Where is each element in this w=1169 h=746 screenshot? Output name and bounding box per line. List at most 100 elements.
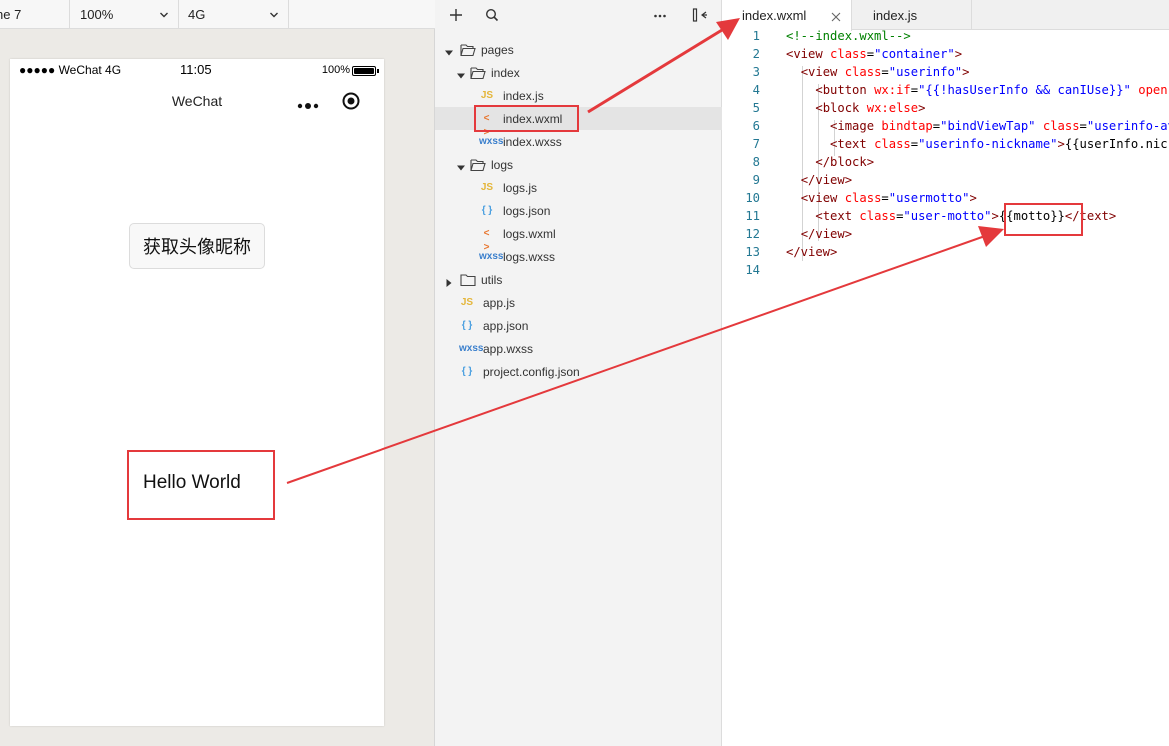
code-line: 10 <view class="usermotto"> [722,191,1169,209]
tree-folder[interactable]: logs [435,153,722,176]
file-type-icon: JS [480,182,494,193]
tree-file[interactable]: { } logs.json [435,199,722,222]
close-icon[interactable] [831,10,841,22]
network-select-value: 4G [188,7,206,22]
code-text: </view> [786,245,838,259]
code-line: 6 <image bindtap="bindViewTap" class="us… [722,119,1169,137]
line-number: 7 [752,137,760,151]
tab-label: index.wxml [742,8,807,23]
simulator-toolbar: ne 7 100% 4G [0,0,435,29]
filename-annotation-box [474,105,579,132]
status-bar: ●●●●● WeChat 4G 11:05 100% [10,59,384,81]
more-dots-icon[interactable] [297,97,321,109]
line-number: 4 [752,83,760,97]
caret-right-icon[interactable] [445,276,453,287]
tree-file[interactable]: { } app.json [435,314,722,337]
tree-item-label: app.js [483,296,516,310]
chevron-down-icon [160,11,168,19]
line-number: 9 [752,173,760,187]
code-text: </block> [815,155,875,169]
caret-down-icon[interactable] [457,161,465,171]
tree-item-label: logs.js [503,181,538,195]
file-type-icon: wxss [479,251,504,262]
nav-title: WeChat [171,93,223,109]
tree-item-label: logs.wxml [503,227,556,241]
code-line: 14 [722,263,1169,281]
code-text: <image bindtap="bindViewTap" class="user… [830,119,1169,133]
tree-file[interactable]: < > logs.wxml [435,222,722,253]
get-avatar-nickname-button[interactable]: 获取头像昵称 [129,223,265,269]
tree-item-label: logs.wxss [503,250,556,264]
battery-icon [352,66,379,76]
tree-file[interactable]: wxss logs.wxss [435,245,722,268]
tree-item-label: index [491,66,520,80]
add-icon[interactable] [448,7,464,23]
tree-file[interactable]: JS index.js [435,84,722,107]
tree-file[interactable]: JS app.js [435,291,722,314]
caret-down-icon[interactable] [457,69,465,79]
tree-item-label: app.json [483,319,529,333]
file-type-icon: { } [461,320,473,331]
tree-folder[interactable]: utils [435,268,722,291]
file-type-icon: { } [461,366,473,377]
code-line: 5 <block wx:else> [722,101,1169,119]
simulator-panel: ne 7 100% 4G ●●●●● WeChat 4G 11:05 100% … [0,0,435,746]
status-battery-percent: 100% [321,64,350,76]
search-icon[interactable] [484,7,500,23]
line-number: 12 [745,227,760,241]
code-editor: index.wxml index.js 1 <!--index.wxml--> 2 <… [722,0,1169,746]
more-icon[interactable] [653,9,667,21]
tree-file[interactable]: wxss app.wxss [435,337,722,360]
tree-folder[interactable]: index [435,61,722,84]
zoom-select-value: 100% [80,7,114,22]
line-number: 14 [745,263,760,277]
code-text: <button wx:if="{{!hasUserInfo && canIUse… [815,83,1169,97]
tree-file[interactable]: wxss index.wxss [435,130,722,153]
line-number: 6 [752,119,760,133]
zoom-select[interactable]: 100% [70,0,179,29]
code-line: 11 <text class="user-motto">{{motto}}</t… [722,209,1169,227]
code-text: <!--index.wxml--> [786,29,911,43]
motto-annotation-box: Hello World [127,450,275,520]
motto-text: Hello World [143,472,241,493]
explorer-toolbar [435,0,722,29]
editor-tabs: index.wxml index.js [722,0,1169,31]
tab-index-js[interactable]: index.js [852,0,972,30]
phone-screen: ●●●●● WeChat 4G 11:05 100% WeChat 获取头像昵称 [10,59,384,726]
code-line: 12 </view> [722,227,1169,245]
tree-file[interactable]: { } project.config.json [435,360,722,383]
tree-folder[interactable]: pages [435,38,722,61]
tree-item-label: pages [481,43,514,57]
code-line: 13 </view> [722,245,1169,263]
line-number: 1 [752,29,760,43]
code-text: <view class="userinfo"> [800,65,970,79]
file-type-icon: wxss [479,136,504,147]
collapse-panel-icon[interactable] [692,7,708,23]
network-select[interactable]: 4G [179,0,289,29]
folder-icon [460,43,476,57]
file-type-icon: JS [480,90,494,101]
line-number: 13 [745,245,760,259]
code-line: 1 <!--index.wxml--> [722,29,1169,47]
code-text: <text class="userinfo-nickname">{{userIn… [830,137,1169,151]
caret-down-icon[interactable] [445,46,453,56]
code-text: <block wx:else> [815,101,926,115]
tree-item-label: index.js [503,89,544,103]
code-line: 3 <view class="userinfo"> [722,65,1169,83]
tree-item-label: utils [481,273,503,287]
target-circle-icon[interactable] [342,92,360,110]
code-line: 7 <text class="userinfo-nickname">{{user… [722,137,1169,155]
code-line: 2 <view class="container"> [722,47,1169,65]
code-text: <view class="usermotto"> [800,191,977,205]
tree-file[interactable]: JS logs.js [435,176,722,199]
tab-index-wxml[interactable]: index.wxml [722,0,852,31]
line-number: 2 [752,47,760,61]
code-line: 8 </block> [722,155,1169,173]
line-number: 11 [745,209,760,223]
device-select[interactable]: ne 7 [0,0,70,29]
chevron-down-icon [270,11,278,19]
code-line: 9 </view> [722,173,1169,191]
tree-item-label: app.wxss [483,342,534,356]
file-type-icon: wxss [459,343,484,354]
tree-item-label: index.wxss [503,135,562,149]
